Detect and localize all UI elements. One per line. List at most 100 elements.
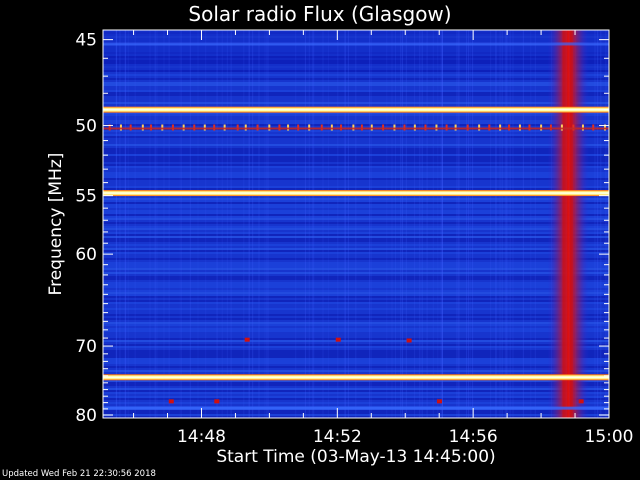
texture-streak (440, 30, 442, 418)
spectrogram-background (103, 30, 609, 418)
red-spot (168, 399, 174, 404)
texture-streak (456, 30, 458, 418)
texture-streak (179, 30, 181, 418)
texture-streak (168, 30, 170, 418)
texture-streak (466, 30, 468, 418)
x-axis-label: Start Time (03-May-13 14:45:00) (216, 447, 495, 467)
texture-streak (505, 30, 507, 418)
texture-streak (509, 30, 511, 418)
texture-streak (266, 30, 268, 418)
texture-streak (597, 30, 599, 418)
texture-streak (197, 30, 199, 418)
texture-streak (530, 30, 532, 418)
texture-streak (441, 30, 443, 418)
band-45 (103, 42, 609, 46)
texture-streak (490, 30, 492, 418)
texture-streak (355, 30, 357, 418)
texture-streak (501, 30, 503, 418)
texture-streak (205, 30, 207, 418)
texture-streak (507, 30, 509, 418)
texture-streak (337, 30, 339, 418)
y-tick-label: 70 (75, 337, 97, 357)
burst-streak (570, 30, 572, 418)
texture-streak (230, 30, 232, 418)
texture-streak (432, 30, 434, 418)
red-spot (578, 399, 584, 404)
texture-streak (127, 30, 129, 418)
texture-streak (149, 30, 151, 418)
y-tick-label: 80 (75, 406, 97, 426)
y-axis-label: Frequency [MHz] (46, 153, 66, 296)
texture-streak (304, 30, 306, 418)
texture-streak (327, 30, 329, 418)
texture-streak (125, 30, 127, 418)
red-spot (335, 337, 341, 342)
texture-streak (467, 30, 469, 418)
texture-streak (322, 30, 324, 418)
texture-streak (189, 30, 191, 418)
texture-streak (347, 30, 349, 418)
texture-streak (499, 30, 501, 418)
texture-streak (368, 30, 370, 418)
texture-streak (308, 30, 310, 418)
texture-streak (419, 30, 421, 418)
texture-streak (119, 30, 121, 418)
x-tick-label: 14:48 (177, 427, 226, 447)
y-tick-label: 45 (75, 31, 97, 51)
burst-streak (564, 30, 566, 418)
texture-streak (512, 30, 514, 418)
texture-streak (414, 30, 416, 418)
texture-streak (605, 30, 607, 418)
texture-streak (437, 30, 439, 418)
texture-streak (405, 30, 407, 418)
texture-streak (469, 30, 471, 418)
texture-streak (154, 30, 156, 418)
texture-streak (386, 30, 388, 418)
texture-streak (394, 30, 396, 418)
texture-streak (216, 30, 218, 418)
band-78 (103, 406, 609, 410)
red-spot (406, 338, 412, 343)
texture-streak (600, 30, 602, 418)
texture-streak (495, 30, 497, 418)
burst-streak (572, 30, 574, 418)
y-tick-label: 50 (75, 116, 97, 136)
texture-streak (594, 30, 596, 418)
interference-band (103, 374, 609, 381)
red-spot (214, 399, 220, 404)
texture-streak (258, 30, 260, 418)
texture-streak (252, 30, 254, 418)
texture-streak (534, 30, 536, 418)
texture-streak (267, 30, 269, 418)
texture-streak (295, 30, 297, 418)
radio-burst (547, 30, 590, 418)
texture-streak (391, 30, 393, 418)
texture-streak (426, 30, 428, 418)
x-tick-label: 14:52 (313, 427, 362, 447)
texture-streak (344, 30, 346, 418)
texture-streak (472, 30, 474, 418)
texture-streak (156, 30, 158, 418)
texture-streak (401, 30, 403, 418)
interference-band (103, 190, 609, 197)
texture-streak (181, 30, 183, 418)
burst-streak (562, 30, 564, 418)
texture-streak (264, 30, 266, 418)
texture-streak (313, 30, 315, 418)
texture-streak (243, 30, 245, 418)
red-spot (244, 337, 250, 342)
updated-timestamp: Updated Wed Feb 21 22:30:56 2018 (2, 469, 156, 479)
texture-streak (522, 30, 524, 418)
x-tick-label: 15:00 (585, 427, 634, 447)
x-tick-label: 14:56 (449, 427, 498, 447)
texture-streak (248, 30, 250, 418)
texture-streak (457, 30, 459, 418)
texture-streak (221, 30, 223, 418)
texture-streak (458, 30, 460, 418)
texture-streak (134, 30, 136, 418)
texture-streak (504, 30, 506, 418)
texture-streak (370, 30, 372, 418)
texture-streak (312, 30, 314, 418)
red-spot (436, 399, 442, 404)
y-tick-label: 60 (75, 245, 97, 265)
